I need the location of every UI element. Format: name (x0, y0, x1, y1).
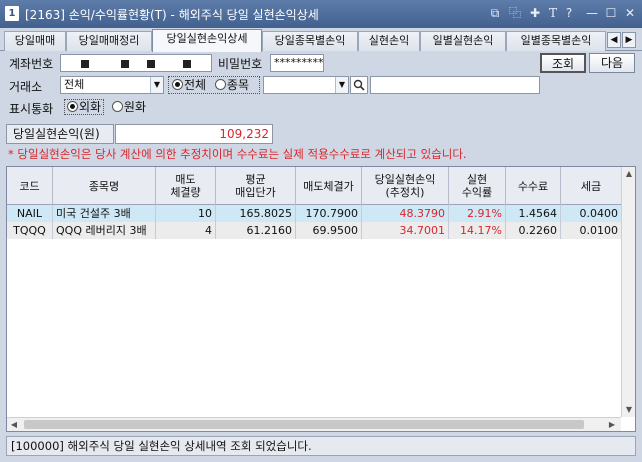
horizontal-scrollbar[interactable]: ◀ ▶ (7, 417, 621, 431)
col-sell-price[interactable]: 매도체결가 (296, 167, 362, 205)
chevron-down-icon[interactable]: ▼ (150, 77, 163, 93)
cell-name: 미국 건설주 3배 (53, 205, 156, 222)
scope-radio-group: 전체 종목 (168, 76, 260, 94)
cell-fee: 1.4564 (506, 205, 561, 222)
col-sell-qty[interactable]: 매도 체결량 (156, 167, 216, 205)
summary-label: 당일실현손익(원) (6, 124, 114, 144)
tab-next-icon[interactable]: ▶ (622, 32, 636, 48)
scroll-up-icon[interactable]: ▲ (622, 167, 636, 181)
title-bar: 1 [2163] 손익/수익률현황(T) - 해외주식 당일 실현손익상세 ⧉ … (0, 0, 642, 28)
symbol-name-field[interactable] (370, 76, 540, 94)
query-button[interactable]: 조회 (540, 53, 586, 73)
table-row[interactable]: TQQQ QQQ 레버리지 3배 4 61.2160 69.9500 34.70… (7, 222, 621, 239)
radio-selected-icon (67, 101, 78, 112)
tab-prev-icon[interactable]: ◀ (607, 32, 621, 48)
radio-icon (214, 79, 226, 90)
table-row[interactable]: NAIL 미국 건설주 3배 10 165.8025 170.7900 48.3… (7, 205, 621, 222)
summary-value: 109,232 (115, 124, 273, 144)
copy-icon[interactable]: ⿻ (507, 5, 523, 21)
account-label: 계좌번호 (9, 57, 54, 71)
cell-return: 14.17% (449, 222, 506, 239)
col-tax[interactable]: 세금 (561, 167, 621, 205)
vertical-scrollbar[interactable]: ▲ ▼ (621, 167, 635, 417)
minimize-icon[interactable]: — (584, 5, 600, 21)
scope-stock-radio[interactable]: 종목 (214, 78, 249, 92)
window-title: [2163] 손익/수익률현황(T) - 해외주식 당일 실현손익상세 (25, 8, 319, 22)
cell-pnl: 48.3790 (362, 205, 449, 222)
currency-radio-group: 외화 원화 (60, 98, 154, 116)
currency-krw-radio[interactable]: 원화 (111, 100, 146, 114)
col-realized-pnl[interactable]: 당일실현손익 (추정치) (362, 167, 449, 205)
cell-name: QQQ 레버리지 3배 (53, 222, 156, 239)
scroll-down-icon[interactable]: ▼ (622, 403, 636, 417)
tab-daily-realized-detail[interactable]: 당일실현손익상세 (152, 29, 262, 52)
exchange-label: 거래소 (9, 80, 43, 94)
cell-code: TQQQ (7, 222, 53, 239)
cell-qty: 10 (156, 205, 216, 222)
col-code[interactable]: 코드 (7, 167, 53, 205)
masked-account-block (121, 60, 129, 68)
account-number-field[interactable] (60, 54, 212, 72)
notice-text: * 당일실현손익은 당사 계산에 의한 추정치이며 수수료는 실제 적용수수료로… (8, 147, 467, 161)
restore-icon[interactable]: ⧉ (487, 5, 503, 21)
password-field[interactable]: ********* (270, 54, 324, 72)
col-return[interactable]: 실현 수익률 (449, 167, 506, 205)
cell-avg-price: 165.8025 (216, 205, 296, 222)
tab-realized-pnl[interactable]: 실현손익 (358, 31, 420, 51)
password-label: 비밀번호 (218, 57, 263, 71)
maximize-icon[interactable]: ☐ (603, 5, 619, 21)
scroll-right-icon[interactable]: ▶ (605, 418, 619, 432)
font-icon[interactable]: T (545, 5, 561, 21)
tab-daily-realized-pnl[interactable]: 일별실현손익 (420, 31, 506, 51)
magnifier-icon (353, 79, 365, 91)
masked-account-block (147, 60, 155, 68)
cell-code: NAIL (7, 205, 53, 222)
cell-tax: 0.0400 (579, 207, 619, 220)
tab-daily-by-stock[interactable]: 당일종목별손익 (262, 31, 358, 51)
close-icon[interactable]: ✕ (622, 5, 638, 21)
cell-pnl: 34.7001 (362, 222, 449, 239)
cell-qty: 4 (156, 222, 216, 239)
radio-selected-icon (172, 79, 183, 90)
cell-return: 2.91% (449, 205, 506, 222)
pin-icon[interactable]: ✚ (527, 5, 543, 21)
pnl-table: 코드 종목명 매도 체결량 평균 매입단가 매도체결가 당일실현손익 (추정치)… (6, 166, 636, 432)
currency-label: 표시통화 (9, 102, 54, 116)
symbol-code-input[interactable]: ▼ (263, 76, 349, 94)
tab-bar: 당일매매 당일매매정리 당일실현손익상세 당일종목별손익 실현손익 일별실현손익… (0, 28, 642, 52)
scroll-left-icon[interactable]: ◀ (7, 418, 21, 432)
col-avg-price[interactable]: 평균 매입단가 (216, 167, 296, 205)
table-header: 코드 종목명 매도 체결량 평균 매입단가 매도체결가 당일실현손익 (추정치)… (7, 167, 621, 205)
chevron-down-icon[interactable]: ▼ (335, 77, 348, 93)
tab-daily-stock-pnl[interactable]: 일별종목별손익 (506, 31, 606, 51)
col-name[interactable]: 종목명 (53, 167, 156, 205)
masked-account-block (81, 60, 89, 68)
tab-daily-trades[interactable]: 당일매매 (4, 31, 66, 51)
cell-tax: 0.0100 (579, 224, 619, 237)
exchange-select[interactable]: 전체 ▼ (60, 76, 164, 94)
cell-avg-price: 61.2160 (216, 222, 296, 239)
masked-account-block (183, 60, 191, 68)
col-fee[interactable]: 수수료 (506, 167, 561, 205)
status-bar: [100000] 해외주식 당일 실현손익 상세내역 조회 되었습니다. (6, 436, 636, 456)
scroll-thumb[interactable] (24, 420, 584, 429)
next-button[interactable]: 다음 (589, 53, 635, 73)
radio-icon (111, 101, 123, 112)
cell-fee: 0.2260 (506, 222, 561, 239)
search-icon[interactable] (350, 76, 368, 94)
currency-foreign-radio[interactable]: 외화 (64, 99, 105, 115)
help-icon[interactable]: ? (561, 5, 577, 21)
cell-sell-price: 69.9500 (296, 222, 362, 239)
scope-all-radio[interactable]: 전체 (172, 78, 206, 92)
app-number-badge: 1 (5, 6, 19, 21)
cell-sell-price: 170.7900 (296, 205, 362, 222)
tab-daily-trade-summary[interactable]: 당일매매정리 (66, 31, 152, 51)
